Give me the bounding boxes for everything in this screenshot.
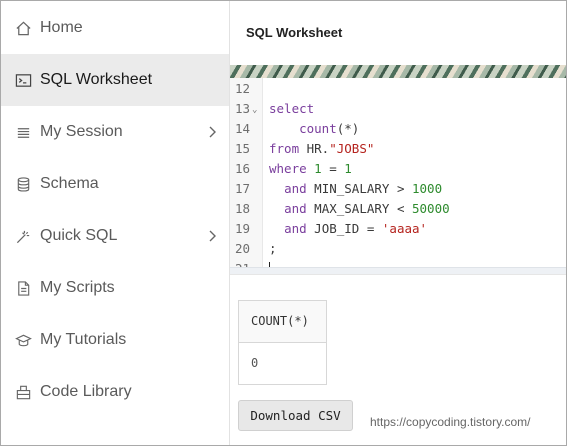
document-icon [14,279,32,297]
line-number: 14 [234,121,250,136]
editor-line: 13 ⌄ select [230,99,566,119]
line-number: 17 [234,181,250,196]
code-text: and MIN_SALARY > 1000 [284,181,443,196]
editor-line: 16 where 1 = 1 [230,159,566,179]
table-cell: 0 [251,356,259,370]
chevron-right-icon [209,126,216,138]
code-text: and MAX_SALARY < 50000 [284,201,450,216]
code-text: from HR."JOBS" [269,141,375,156]
editor-line: 20 ; [230,239,566,259]
sidebar: Home SQL Worksheet My Session Schema Qui… [1,1,230,445]
sidebar-item-label: Home [40,19,83,36]
editor-line: 12 [230,79,566,99]
fold-chevron-icon[interactable]: ⌄ [252,100,257,120]
column-header[interactable]: COUNT(*) [251,314,309,328]
code-text: count(*) [299,121,360,136]
sidebar-item-quick-sql[interactable]: Quick SQL [1,210,229,262]
sidebar-item-my-session[interactable]: My Session [1,106,229,158]
home-icon [14,19,32,37]
line-number: 15 [234,141,250,156]
results-table: COUNT(*) 0 [238,300,327,385]
table-header: COUNT(*) [239,301,326,343]
line-number: 20 [234,241,250,256]
code-text: ; [269,241,277,256]
page-title: SQL Worksheet [246,25,343,40]
app-window: Home SQL Worksheet My Session Schema Qui… [0,0,567,446]
chevron-right-icon [209,230,216,242]
sidebar-item-home[interactable]: Home [1,2,229,54]
database-icon [14,175,32,193]
graduation-cap-icon [14,331,32,349]
library-icon [14,383,32,401]
download-csv-button[interactable]: Download CSV [238,400,353,431]
code-text: select [269,101,315,116]
editor-line: 19 and JOB_ID = 'aaaa' [230,219,566,239]
sidebar-item-my-tutorials[interactable]: My Tutorials [1,314,229,366]
watermark-text: https://copycoding.tistory.com/ [370,415,531,429]
line-number: 18 [234,201,250,216]
sidebar-item-label: My Session [40,123,123,140]
editor-line: 18 and MAX_SALARY < 50000 [230,199,566,219]
editor-line: 17 and MIN_SALARY > 1000 [230,179,566,199]
line-number: 13 [234,101,250,116]
editor-line: 14 count(*) [230,119,566,139]
line-number: 12 [234,81,250,96]
list-icon [14,123,32,141]
sidebar-item-schema[interactable]: Schema [1,158,229,210]
sidebar-item-label: SQL Worksheet [40,71,153,88]
sidebar-item-my-scripts[interactable]: My Scripts [1,262,229,314]
sidebar-item-label: My Scripts [40,279,115,296]
code-text: where 1 = 1 [269,161,352,176]
sidebar-item-label: Schema [40,175,99,192]
sidebar-item-label: My Tutorials [40,331,127,348]
sidebar-item-label: Quick SQL [40,227,118,244]
editor-line: 15 from HR."JOBS" [230,139,566,159]
line-number: 19 [234,221,250,236]
divider [230,274,566,275]
page-header: SQL Worksheet [230,1,566,65]
sql-editor[interactable]: 12 13 ⌄ select 14 count(*) 15 from HR."J… [230,78,566,268]
code-text: and JOB_ID = 'aaaa' [284,221,428,236]
sidebar-item-label: Code Library [40,383,132,400]
magic-wand-icon [14,227,32,245]
sidebar-item-sql-worksheet[interactable]: SQL Worksheet [1,54,229,106]
line-number: 16 [234,161,250,176]
sidebar-item-code-library[interactable]: Code Library [1,366,229,418]
terminal-icon [14,71,32,89]
decorative-banner [230,65,566,78]
